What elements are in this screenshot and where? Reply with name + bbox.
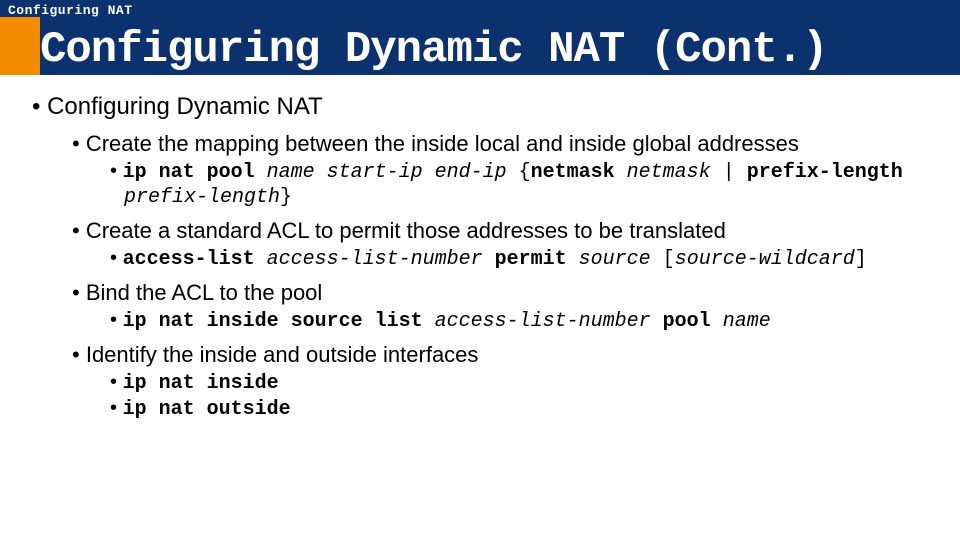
- slide-body: Configuring Dynamic NAT Create the mappi…: [0, 75, 960, 448]
- bullet-lvl2: Create the mapping between the inside lo…: [36, 131, 938, 157]
- bullet-lvl2: Identify the inside and outside interfac…: [36, 342, 938, 368]
- bullet-lvl3: • ip nat pool name start-ip end-ip {netm…: [36, 159, 938, 210]
- bullet-lvl3: • access-list access-list-number permit …: [36, 246, 938, 272]
- slide-header: Configuring NAT Configuring Dynamic NAT …: [0, 0, 960, 75]
- bullet-lvl3: • ip nat inside: [36, 370, 938, 396]
- accent-block: [0, 17, 40, 75]
- slide-title: Configuring Dynamic NAT (Cont.): [40, 25, 828, 75]
- bullet-lvl3: • ip nat outside: [36, 396, 938, 422]
- bullet-lvl1: Configuring Dynamic NAT: [22, 93, 938, 121]
- bullet-lvl2: Create a standard ACL to permit those ad…: [36, 218, 938, 244]
- bullet-lvl2: Bind the ACL to the pool: [36, 280, 938, 306]
- bullet-lvl3: • ip nat inside source list access-list-…: [36, 308, 938, 334]
- section-label: Configuring NAT: [8, 3, 133, 18]
